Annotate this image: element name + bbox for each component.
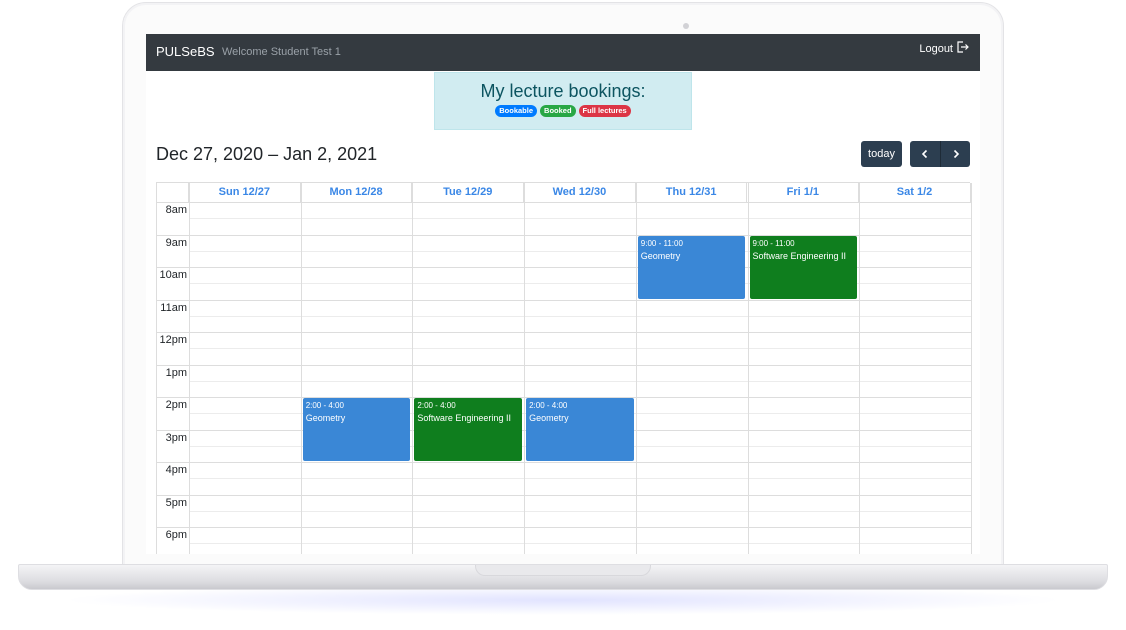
half-hour-line [189, 348, 971, 350]
time-label: 12pm [159, 334, 187, 346]
logout-icon [956, 41, 970, 56]
time-label: 6pm [165, 529, 187, 541]
day-header[interactable]: Tue 12/29 [412, 183, 525, 202]
time-label: 1pm [165, 366, 187, 379]
day-header[interactable]: Sat 1/2 [859, 183, 971, 202]
event-title: Geometry [529, 413, 569, 423]
calendar-range-title: Dec 27, 2020 – Jan 2, 2021 [156, 144, 378, 164]
hour-line [157, 364, 971, 366]
half-hour-line [189, 218, 971, 220]
chevron-left-icon [921, 149, 928, 159]
event-time: 2:00 - 4:00 [305, 401, 344, 410]
time-label: 10am [159, 269, 187, 281]
half-hour-line [189, 543, 971, 545]
event-title: Software Engineering II [752, 250, 847, 261]
header-divider [157, 202, 971, 203]
badge-full-lectures: Full lectures [578, 105, 631, 117]
day-column-line [300, 183, 302, 554]
bookings-panel: My lecture bookings: Bookable Booked Ful… [434, 72, 692, 130]
day-column-line [635, 183, 637, 554]
time-label: 8am [165, 204, 187, 216]
bookings-title: My lecture bookings: [480, 81, 646, 101]
lecture-event-booked[interactable]: 9:00 - 11:00 Software Engineering II [749, 235, 858, 299]
half-hour-line [189, 315, 971, 317]
hour-line [157, 462, 971, 463]
welcome-text: Welcome Student Test 1 [222, 46, 341, 58]
next-week-button[interactable] [940, 141, 970, 167]
chevron-right-icon [953, 149, 959, 159]
event-time: 9:00 - 11:00 [752, 238, 795, 248]
status-legend: Bookable Booked Full lectures [435, 105, 691, 117]
event-title: Software Engineering II [417, 413, 511, 423]
logout-button[interactable]: Logout [919, 41, 970, 56]
day-column-line [747, 183, 749, 554]
logout-label: Logout [919, 42, 953, 55]
lecture-event-booked[interactable]: 2:00 - 4:00 Software Engineering II [414, 398, 523, 461]
hour-line [157, 332, 971, 333]
badge-bookable: Bookable [495, 105, 538, 117]
event-time: 2:00 - 4:00 [417, 401, 456, 410]
day-column-line [970, 183, 972, 554]
time-axis-header [157, 183, 189, 202]
brand-link[interactable]: PULSeBS [156, 44, 215, 59]
laptop-notch [475, 565, 651, 576]
event-title: Geometry [305, 413, 346, 423]
half-hour-line [189, 510, 971, 512]
day-column-line [859, 183, 861, 554]
day-column-line [412, 183, 414, 554]
lecture-event-bookable[interactable]: 9:00 - 11:00 Geometry [637, 235, 746, 299]
lecture-event-bookable[interactable]: 2:00 - 4:00 Geometry [526, 398, 634, 461]
day-header[interactable]: Mon 12/28 [301, 183, 413, 202]
time-label: 3pm [165, 431, 187, 444]
laptop-mockup: PULSeBS Welcome Student Test 1 Logout My… [0, 0, 1126, 630]
day-header[interactable]: Fri 1/1 [748, 183, 860, 202]
badge-booked: Booked [540, 105, 576, 117]
day-header[interactable]: Wed 12/30 [524, 183, 636, 202]
day-column-line [524, 183, 526, 554]
hour-line [157, 299, 971, 301]
event-time: 2:00 - 4:00 [529, 401, 568, 410]
half-hour-line [189, 380, 971, 382]
event-title: Geometry [640, 250, 681, 261]
time-label: 9am [165, 236, 187, 249]
time-label: 4pm [165, 464, 187, 476]
today-button[interactable]: today [861, 141, 902, 167]
time-label: 11am [160, 301, 187, 314]
time-label: 2pm [165, 399, 187, 411]
time-label: 5pm [165, 496, 187, 509]
event-time: 9:00 - 11:00 [640, 238, 683, 248]
prev-week-button[interactable] [910, 141, 940, 167]
lecture-event-bookable[interactable]: 2:00 - 4:00 Geometry [302, 398, 411, 461]
day-header[interactable]: Sun 12/27 [189, 183, 301, 202]
half-hour-line [189, 478, 971, 480]
camera-dot [683, 23, 689, 29]
navbar: PULSeBS Welcome Student Test 1 Logout [146, 34, 980, 71]
week-calendar: Sun 12/27 Mon 12/28 Tue 12/29 Wed 12/30 Thu … [156, 182, 972, 554]
day-column-line [189, 183, 190, 554]
app-screen: PULSeBS Welcome Student Test 1 Logout My… [146, 34, 980, 554]
hour-line [157, 494, 971, 496]
day-header[interactable]: Thu 12/31 [636, 183, 748, 202]
hour-line [157, 527, 971, 528]
